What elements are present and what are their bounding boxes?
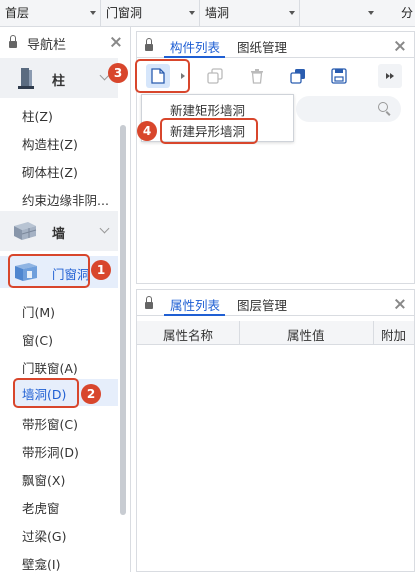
double-arrow-icon [390, 73, 394, 79]
tab-property-list[interactable]: 属性列表 [170, 295, 220, 314]
nav-category-wall[interactable]: 墙 [0, 211, 118, 251]
subtype-dropdown-label: 分 [400, 6, 413, 20]
chevron-down-icon [90, 11, 96, 15]
navigation-header: 导航栏 [0, 27, 130, 57]
callout-badge-1: 1 [91, 260, 111, 280]
column-icon [18, 68, 34, 89]
nav-item-lintel[interactable]: 过梁(G) [22, 526, 66, 545]
nav-item-door[interactable]: 门(M) [22, 302, 55, 321]
floor-selector-bar: 首层 门窗洞 墙洞 分 [0, 0, 415, 27]
copy-icon [207, 68, 223, 84]
tab-drawing-management[interactable]: 图纸管理 [237, 37, 287, 56]
close-icon[interactable] [111, 37, 121, 47]
pin-icon[interactable] [9, 35, 17, 49]
floor-dropdown[interactable]: 首层 [0, 0, 101, 26]
duplicate-icon [290, 69, 305, 84]
chevron-down-icon [289, 11, 295, 15]
close-icon[interactable] [395, 41, 405, 51]
nav-item-door-window-combo[interactable]: 门联窗(A) [22, 358, 78, 377]
callout-badge-2: 2 [81, 384, 101, 404]
column-header-extra: 附加 [381, 328, 407, 343]
category-dropdown-label: 门窗洞 [106, 6, 143, 20]
delete-button[interactable] [245, 64, 269, 88]
nav-item-masonry-column[interactable]: 砌体柱(Z) [22, 162, 78, 181]
nav-scrollbar[interactable] [120, 125, 126, 515]
save-component-button[interactable] [327, 64, 351, 88]
column-divider [239, 321, 240, 345]
chevron-down-icon [189, 11, 195, 15]
category-dropdown[interactable]: 门窗洞 [101, 0, 200, 26]
property-list-panel: 属性列表 图层管理 属性名称 属性值 附加 [136, 289, 415, 572]
nav-item-boundary-element[interactable]: 约束边缘非阴... [22, 190, 109, 209]
nav-item-window[interactable]: 窗(C) [22, 330, 53, 349]
property-table-header: 属性名称 属性值 附加 [137, 321, 414, 345]
type-dropdown-label: 墙洞 [205, 6, 230, 20]
nav-category-column-label: 柱 [52, 74, 66, 89]
callout-highlight-door-window [8, 254, 90, 288]
duplicate-button[interactable] [286, 64, 310, 88]
property-panel-tabs: 属性列表 图层管理 [137, 290, 414, 316]
close-icon[interactable] [395, 299, 405, 309]
chevron-down-icon [368, 11, 374, 15]
pin-icon[interactable] [145, 296, 153, 310]
menu-item-new-rectangular-opening[interactable]: 新建矩形墙洞 [170, 100, 245, 119]
save-icon [331, 68, 347, 84]
navigation-pane: 导航栏 柱 柱(Z) 构造柱(Z) 砌体柱(Z) 约束边缘非阴... 墙 门窗洞… [0, 27, 131, 572]
subtype-dropdown[interactable]: 分 [300, 0, 415, 26]
floor-dropdown-label: 首层 [5, 6, 30, 20]
active-tab-indicator [164, 56, 225, 58]
nav-scrollbar-thumb[interactable] [120, 125, 126, 515]
nav-item-column[interactable]: 柱(Z) [22, 106, 53, 125]
column-header-property-value: 属性值 [287, 328, 325, 343]
pin-icon[interactable] [145, 38, 153, 52]
nav-category-wall-label: 墙 [52, 227, 66, 242]
tab-layer-management[interactable]: 图层管理 [237, 295, 287, 314]
trash-icon [251, 69, 263, 84]
nav-item-constructional-column[interactable]: 构造柱(Z) [22, 134, 78, 153]
callout-badge-3: 3 [108, 63, 128, 83]
wall-icon [14, 222, 37, 240]
column-divider [373, 321, 374, 345]
navigation-title: 导航栏 [27, 38, 67, 53]
nav-item-dormer-window[interactable]: 老虎窗 [22, 498, 60, 517]
type-dropdown[interactable]: 墙洞 [200, 0, 300, 26]
nav-item-bay-window[interactable]: 飘窗(X) [22, 470, 65, 489]
callout-badge-4: 4 [137, 121, 157, 141]
component-search-box[interactable] [296, 96, 401, 122]
chevron-down-icon[interactable] [99, 223, 110, 234]
callout-highlight-irregular-opening [160, 118, 258, 144]
callout-highlight-new-button [135, 59, 190, 93]
nav-category-column[interactable]: 柱 [0, 58, 118, 98]
copy-button[interactable] [203, 64, 227, 88]
callout-highlight-wall-opening [13, 378, 79, 408]
active-tab-indicator [164, 314, 225, 316]
nav-item-niche[interactable]: 壁龛(I) [22, 554, 60, 572]
nav-item-strip-window[interactable]: 带形窗(C) [22, 414, 78, 433]
search-icon[interactable] [378, 102, 388, 112]
column-header-property-name: 属性名称 [163, 328, 214, 343]
more-tools-button[interactable] [378, 64, 402, 88]
nav-item-strip-opening[interactable]: 带形洞(D) [22, 442, 79, 461]
tab-component-list[interactable]: 构件列表 [170, 37, 220, 56]
component-panel-tabs: 构件列表 图纸管理 [137, 32, 414, 58]
